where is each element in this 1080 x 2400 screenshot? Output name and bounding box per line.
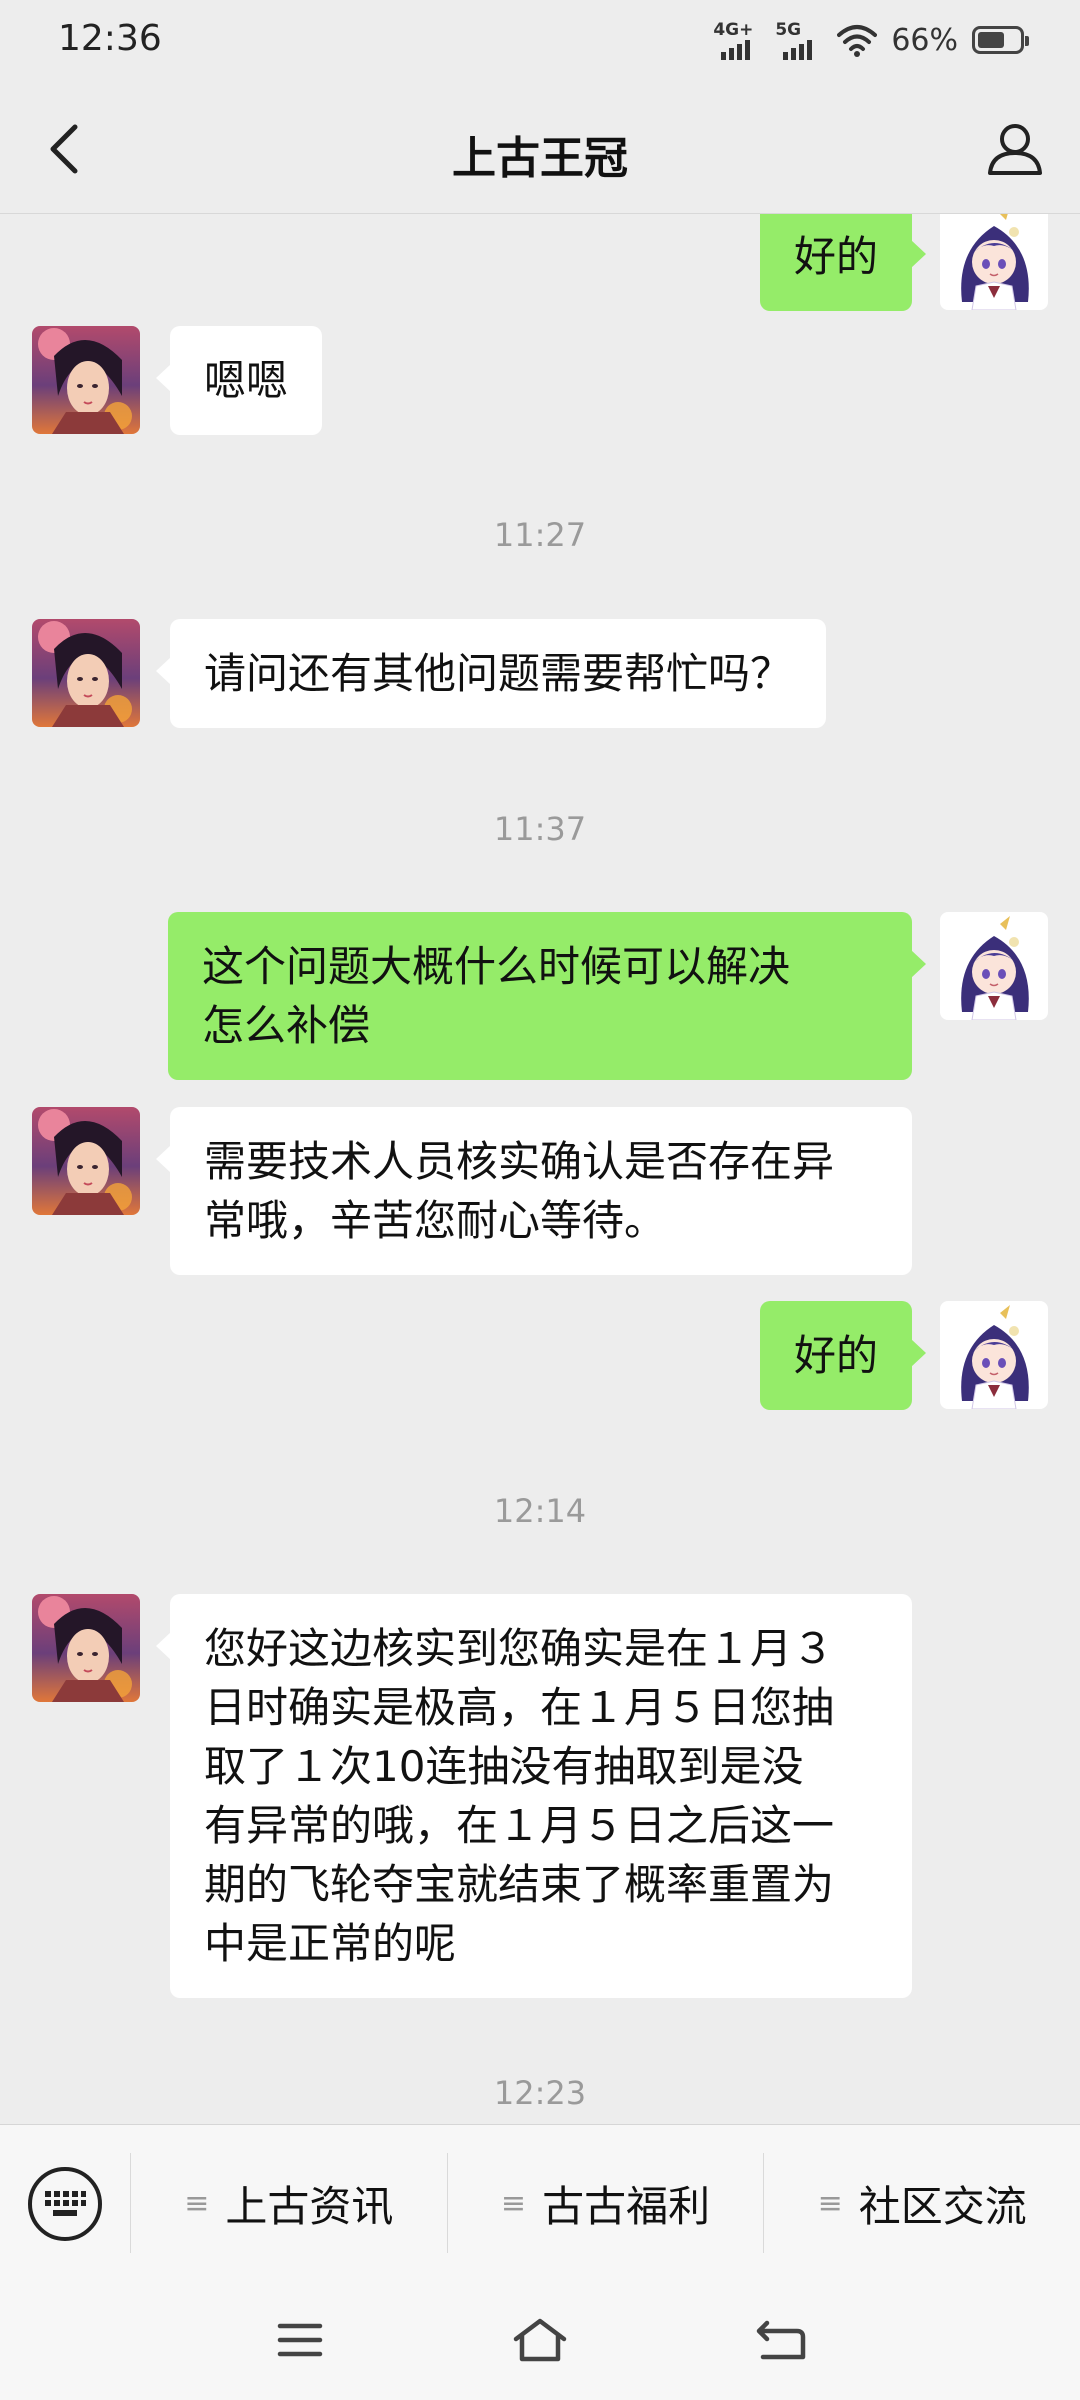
message-bubble[interactable]: 需要技术人员核实确认是否存在异 常哦，辛苦您耐心等待。 — [156, 1107, 912, 1275]
message-line: 怎么补偿 — [202, 1001, 371, 1050]
timestamp: 11:27 — [493, 516, 587, 554]
message-line: 需要技术人员核实确认是否存在异 — [204, 1137, 835, 1186]
menu-lines-icon: ≡ — [500, 2185, 527, 2221]
keyboard-icon — [45, 2191, 86, 2216]
battery-percent: 66% — [891, 22, 958, 58]
menu-item-label: 古古福利 — [542, 2181, 711, 2231]
agent-avatar[interactable] — [32, 1594, 140, 1702]
message-line: 日时确实是极高，在１月５日您抽 — [204, 1683, 835, 1732]
battery-icon — [972, 26, 1029, 54]
chat-title: 上古王冠 — [452, 133, 628, 184]
home-icon — [513, 2318, 567, 2362]
system-nav-bar — [0, 2280, 1080, 2400]
service-menu-bar: ≡ 上古资讯 ≡ 古古福利 ≡ 社区交流 — [0, 2124, 1080, 2280]
user-avatar[interactable] — [940, 214, 1048, 310]
message-line: 您好这边核实到您确实是在１月３ — [204, 1624, 835, 1673]
message-bubble[interactable]: 这个问题大概什么时候可以解决 怎么补偿 — [168, 912, 926, 1080]
back-nav-button[interactable] — [745, 2310, 815, 2370]
status-icons: 4G+ 5G 66% — [713, 20, 1029, 60]
timestamp: 12:23 — [493, 2074, 587, 2112]
keyboard-toggle-button[interactable] — [28, 2167, 102, 2241]
agent-avatar[interactable] — [32, 326, 140, 434]
timestamp: 12:14 — [493, 1492, 587, 1530]
wifi-icon — [837, 25, 878, 57]
message-bubble[interactable]: 好的 — [759, 214, 927, 311]
battery-fill — [978, 32, 1005, 48]
network-type-2: 5G — [775, 20, 802, 40]
menu-item-benefits[interactable]: ≡ 古古福利 — [446, 2153, 764, 2253]
message-line: 期的飞轮夺宝就结束了概率重置为 — [204, 1860, 835, 1909]
message-bubble[interactable]: 请问还有其他问题需要帮忙吗？ — [155, 619, 827, 728]
message-line: 中是正常的呢 — [204, 1919, 457, 1968]
message-list[interactable]: 好的 嗯嗯 11:27 请问还有其他问题需要帮忙吗？ 11:37 这个问题大概什… — [0, 214, 1080, 2124]
agent-avatar[interactable] — [32, 619, 140, 727]
user-avatar[interactable] — [940, 1301, 1048, 1409]
menu-icon — [277, 2323, 323, 2357]
message-bubble[interactable]: 嗯嗯 — [155, 326, 323, 435]
status-bar: 12:36 4G+ 5G 66% — [0, 0, 1080, 84]
message-line: 有异常的哦，在１月５日之后这一 — [204, 1801, 835, 1850]
profile-button[interactable] — [980, 114, 1050, 184]
message-line: 常哦，辛苦您耐心等待。 — [204, 1196, 667, 1245]
menu-items: ≡ 上古资讯 ≡ 古古福利 ≡ 社区交流 — [130, 2153, 1080, 2253]
recent-apps-button[interactable] — [265, 2310, 335, 2370]
home-button[interactable] — [505, 2310, 575, 2370]
user-avatar[interactable] — [940, 912, 1048, 1020]
person-icon — [988, 124, 1042, 175]
message-line: 这个问题大概什么时候可以解决 — [202, 942, 791, 991]
menu-lines-icon: ≡ — [184, 2185, 210, 2221]
menu-item-label: 社区交流 — [858, 2181, 1027, 2231]
message-bubble[interactable]: 好的 — [759, 1301, 927, 1410]
signal-icon-2: 5G — [775, 20, 823, 60]
chat-header: 上古王冠 — [0, 84, 1080, 214]
menu-item-label: 上古资讯 — [225, 2181, 394, 2231]
menu-lines-icon: ≡ — [817, 2185, 843, 2221]
menu-item-news[interactable]: ≡ 上古资讯 — [130, 2153, 447, 2253]
menu-item-community[interactable]: ≡ 社区交流 — [763, 2153, 1080, 2253]
signal-icon: 4G+ — [713, 20, 761, 60]
timestamp: 11:37 — [493, 810, 587, 848]
message-bubble[interactable]: 您好这边核实到您确实是在１月３ 日时确实是极高，在１月５日您抽 取了１次10连抽… — [156, 1594, 912, 1998]
status-time: 12:36 — [58, 18, 162, 59]
network-type-1: 4G+ — [713, 20, 754, 40]
agent-avatar[interactable] — [32, 1107, 140, 1215]
message-line: 取了１次10连抽没有抽取到是没 — [204, 1742, 804, 1791]
return-icon — [756, 2320, 806, 2360]
